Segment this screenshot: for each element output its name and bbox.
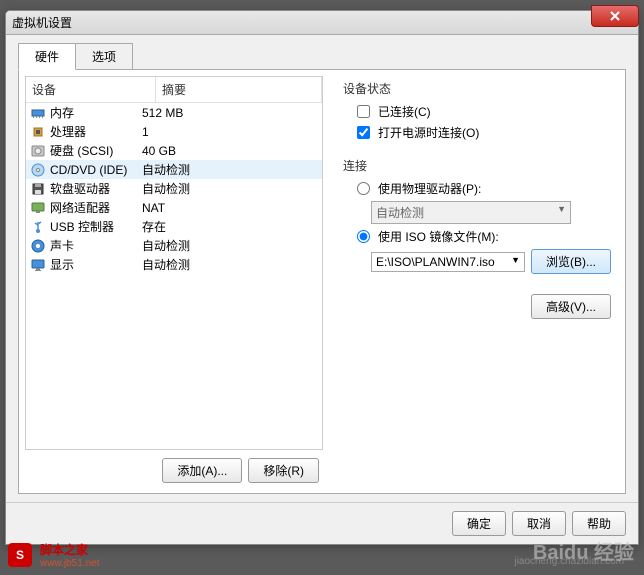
logo-icon: S [8,543,32,567]
device-name: CD/DVD (IDE) [50,163,127,177]
help-button[interactable]: 帮助 [572,511,626,536]
device-row[interactable]: USB 控制器 存在 [26,217,322,236]
tab-hardware[interactable]: 硬件 [18,43,76,70]
device-row[interactable]: 软盘驱动器 自动检测 [26,179,322,198]
device-summary: 自动检测 [140,237,318,254]
device-summary: 1 [140,125,318,139]
device-name: 声卡 [50,237,74,254]
connection-title: 连接 [343,157,611,174]
device-status-title: 设备状态 [343,80,611,97]
device-summary: 自动检测 [140,256,318,273]
device-list: 设备 摘要 内存 512 MB 处理器 1 硬盘 (SCSI) 40 GB CD/DVD (… [25,76,323,450]
device-name: 软盘驱动器 [50,180,110,197]
device-row[interactable]: 硬盘 (SCSI) 40 GB [26,141,322,160]
add-button[interactable]: 添加(A)... [162,458,242,483]
advanced-button[interactable]: 高级(V)... [531,294,611,319]
device-name: 硬盘 (SCSI) [50,142,113,159]
list-header: 设备 摘要 [26,77,322,103]
device-name: USB 控制器 [50,218,114,235]
device-row[interactable]: 声卡 自动检测 [26,236,322,255]
device-summary: 自动检测 [140,161,318,178]
device-name: 显示 [50,256,74,273]
chevron-down-icon: ▼ [557,204,566,214]
titlebar: 虚拟机设置 [6,11,638,35]
floppy-icon [30,181,46,197]
use-physical-radio[interactable] [357,182,370,195]
memory-icon [30,105,46,121]
chevron-down-icon[interactable]: ▼ [511,255,520,265]
device-summary: 存在 [140,218,318,235]
connect-poweron-checkbox[interactable] [357,126,370,139]
use-iso-radio[interactable] [357,230,370,243]
cpu-icon [30,124,46,140]
iso-path-input[interactable]: E:\ISO\PLANWIN7.iso ▼ [371,252,525,272]
tabs: 硬件 选项 [6,35,638,70]
header-device[interactable]: 设备 [26,77,156,102]
remove-button[interactable]: 移除(R) [248,458,319,483]
connected-label: 已连接(C) [378,103,431,120]
device-name: 内存 [50,104,74,121]
ok-button[interactable]: 确定 [452,511,506,536]
browse-button[interactable]: 浏览(B)... [531,249,611,274]
header-summary[interactable]: 摘要 [156,77,322,102]
close-icon [609,10,621,22]
device-row[interactable]: 处理器 1 [26,122,322,141]
device-summary: NAT [140,201,318,215]
use-iso-label: 使用 ISO 镜像文件(M): [378,228,499,245]
display-icon [30,257,46,273]
usb-icon [30,219,46,235]
watermark-jb51: S 脚本之家 www.jb51.net [8,541,99,569]
device-row[interactable]: 网络适配器 NAT [26,198,322,217]
connect-poweron-label: 打开电源时连接(O) [378,124,479,141]
device-name: 处理器 [50,123,86,140]
watermark-chazidian: jiaocheng.chazidian.com [514,556,624,567]
tab-options[interactable]: 选项 [75,43,133,70]
close-button[interactable] [591,5,639,27]
window-title: 虚拟机设置 [12,14,72,31]
disk-icon [30,143,46,159]
use-physical-label: 使用物理驱动器(P): [378,180,481,197]
device-summary: 自动检测 [140,180,318,197]
device-row[interactable]: CD/DVD (IDE) 自动检测 [26,160,322,179]
network-icon [30,200,46,216]
cd-icon [30,162,46,178]
device-name: 网络适配器 [50,199,110,216]
connected-checkbox[interactable] [357,105,370,118]
physical-drive-select: 自动检测 ▼ [371,201,571,224]
device-row[interactable]: 内存 512 MB [26,103,322,122]
device-row[interactable]: 显示 自动检测 [26,255,322,274]
cancel-button[interactable]: 取消 [512,511,566,536]
device-summary: 512 MB [140,106,318,120]
sound-icon [30,238,46,254]
device-summary: 40 GB [140,144,318,158]
